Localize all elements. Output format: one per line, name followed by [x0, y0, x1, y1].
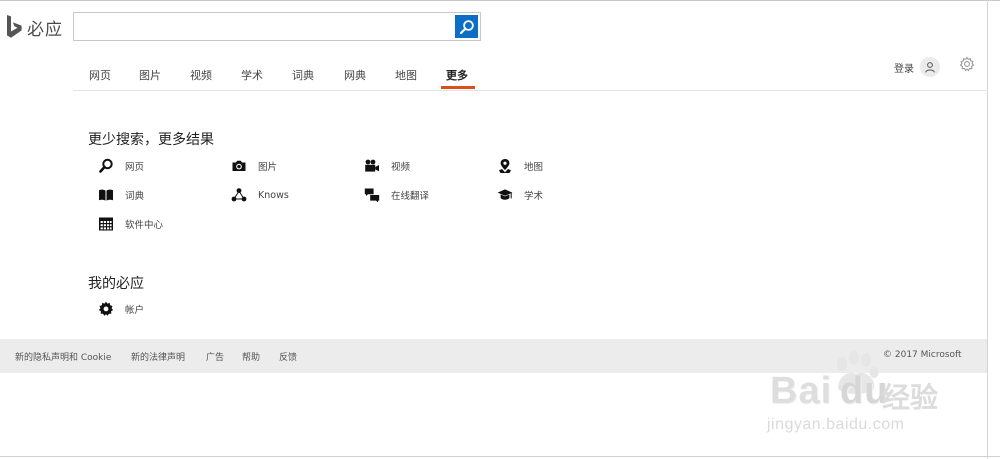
more-item-label[interactable]: 在线翻译: [391, 188, 429, 202]
watermark-brand: Bai: [770, 370, 833, 412]
bing-b-icon: [7, 15, 22, 38]
bing-logo[interactable]: 必应: [6, 14, 63, 40]
search-button[interactable]: [455, 15, 478, 38]
more-item-maps[interactable]: 地图: [497, 158, 543, 174]
more-item-academic[interactable]: 学术: [497, 187, 543, 203]
tab-more[interactable]: 更多: [446, 67, 468, 83]
graduation-cap-icon: [497, 189, 513, 200]
footer-link-privacy[interactable]: 新的隐私声明和 Cookie: [15, 350, 111, 363]
search-box: [73, 12, 481, 41]
watermark-cn: 经验: [882, 381, 939, 414]
footer-link-ads[interactable]: 广告: [206, 350, 224, 363]
signin-label[interactable]: 登录: [894, 60, 914, 75]
tabs-divider: [73, 90, 988, 91]
more-item-images[interactable]: 图片: [231, 158, 277, 174]
more-item-label[interactable]: Knows: [258, 190, 289, 201]
tab-web[interactable]: 网页: [89, 67, 111, 83]
more-item-dictionary[interactable]: 词典: [98, 187, 144, 203]
footer-link-feedback[interactable]: 反馈: [279, 350, 297, 363]
tab-images[interactable]: 图片: [139, 67, 161, 83]
more-item-software[interactable]: 软件中心: [98, 216, 163, 232]
search-icon: [459, 19, 474, 34]
settings-gear-icon[interactable]: [959, 56, 975, 72]
video-camera-icon: [365, 159, 379, 172]
book-icon: [99, 189, 113, 201]
more-item-videos[interactable]: 视频: [364, 158, 410, 174]
more-item-label[interactable]: 词典: [125, 188, 144, 202]
more-item-knows[interactable]: Knows: [231, 187, 289, 203]
more-item-label[interactable]: 网页: [125, 159, 144, 173]
more-item-label[interactable]: 软件中心: [125, 217, 163, 231]
more-item-web[interactable]: 网页: [98, 158, 144, 174]
software-grid-icon: [99, 217, 113, 231]
tab-maps[interactable]: 地图: [395, 67, 417, 83]
translate-bubbles-icon: [364, 188, 380, 203]
tab-academic[interactable]: 学术: [241, 67, 263, 83]
more-item-label[interactable]: 视频: [391, 159, 410, 173]
baidu-jingyan-watermark: Bai du 经验 jingyan.baidu.com: [762, 350, 952, 446]
mine-item-account[interactable]: 帐户: [98, 301, 144, 317]
signin-control[interactable]: 登录: [894, 57, 940, 77]
search-input[interactable]: [74, 13, 454, 40]
window-bottom-border: [0, 456, 1000, 457]
map-pin-icon: [499, 159, 511, 173]
avatar[interactable]: [920, 57, 940, 77]
footer-link-help[interactable]: 帮助: [242, 350, 260, 363]
watermark-url: jingyan.baidu.com: [767, 416, 905, 433]
more-item-label[interactable]: 图片: [258, 159, 277, 173]
tab-dictionary[interactable]: 词典: [292, 67, 314, 83]
tab-wangdian[interactable]: 网典: [344, 67, 366, 83]
more-section-title: 更少搜索，更多结果: [88, 132, 214, 148]
active-tab-indicator: [441, 86, 475, 89]
mine-item-label[interactable]: 帐户: [125, 302, 144, 316]
search-icon: [99, 158, 113, 173]
knows-nodes-icon: [231, 188, 247, 202]
more-item-label[interactable]: 学术: [524, 188, 543, 202]
gear-icon: [98, 301, 114, 316]
tab-videos[interactable]: 视频: [190, 67, 212, 83]
footer-link-legal[interactable]: 新的法律声明: [131, 350, 185, 363]
camera-icon: [232, 160, 246, 171]
my-bing-section-title: 我的必应: [88, 276, 144, 292]
more-item-translate[interactable]: 在线翻译: [364, 187, 429, 203]
more-item-label[interactable]: 地图: [524, 159, 543, 173]
brand-name: 必应: [27, 19, 63, 40]
scope-tabs: 网页 图片 视频 学术 词典 网典 地图 更多: [73, 60, 988, 91]
window-top-border: [0, 0, 1000, 1]
user-icon: [925, 62, 935, 73]
